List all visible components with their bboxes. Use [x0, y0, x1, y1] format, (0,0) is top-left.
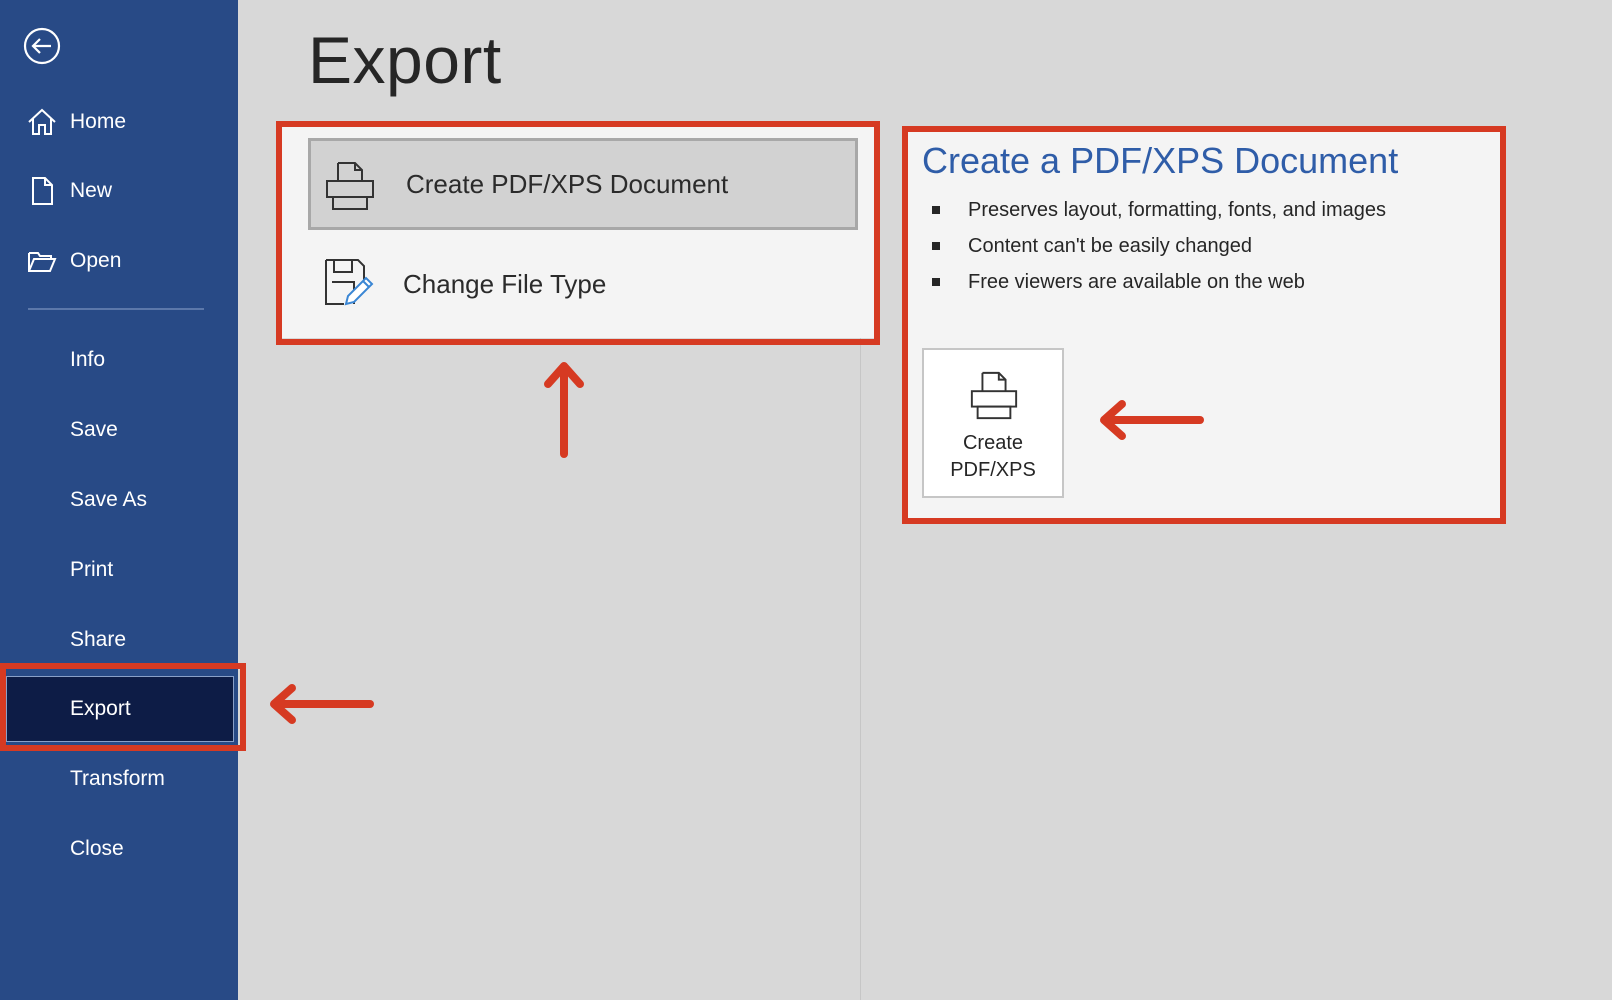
nav-save-as[interactable]: Save As	[0, 475, 238, 525]
option-create-pdf-xps[interactable]: Create PDF/XPS Document	[308, 138, 858, 230]
annotation-arrow-up	[544, 362, 584, 458]
bullet-icon	[932, 278, 940, 286]
nav-transform-label: Transform	[70, 767, 165, 790]
export-options-panel: Create PDF/XPS Document Change File Type	[282, 126, 878, 338]
nav-share[interactable]: Share	[0, 615, 238, 665]
option-change-file-type-label: Change File Type	[403, 268, 607, 299]
nav-share-label: Share	[70, 628, 127, 651]
nav-save-label: Save	[70, 418, 118, 441]
annotation-arrow-left	[270, 684, 374, 724]
create-pdf-xps-button[interactable]: Create PDF/XPS	[922, 348, 1064, 498]
list-item-text: Preserves layout, formatting, fonts, and…	[968, 199, 1386, 221]
nav-open-label: Open	[70, 249, 122, 272]
back-button[interactable]	[22, 26, 62, 66]
option-change-file-type[interactable]: Change File Type	[308, 238, 858, 330]
nav-print-label: Print	[70, 558, 114, 581]
printer-pdf-icon	[970, 371, 1018, 420]
nav-home-label: Home	[70, 110, 127, 133]
panel-separator	[860, 332, 861, 1000]
feature-list: Preserves layout, formatting, fonts, and…	[928, 192, 1386, 300]
backstage-sidebar: Home New Open Info Save Save As Print Sh…	[0, 0, 238, 1000]
pdf-details-panel: Create a PDF/XPS Document Preserves layo…	[902, 126, 1502, 520]
printer-pdf-icon	[326, 162, 374, 210]
list-item-text: Free viewers are available on the web	[968, 271, 1305, 293]
option-create-pdf-xps-label: Create PDF/XPS Document	[406, 168, 729, 199]
button-label-line-1: Create	[962, 432, 1024, 454]
list-item: Content can't be easily changed	[928, 228, 1386, 264]
page-title: Export	[308, 23, 502, 97]
nav-open[interactable]: Open	[0, 236, 238, 286]
nav-new-label: New	[70, 179, 113, 202]
button-label-line-2: PDF/XPS	[950, 459, 1036, 481]
nav-info-label: Info	[70, 348, 106, 371]
sidebar-divider	[28, 308, 204, 310]
arrow-left-circle-icon	[23, 27, 61, 65]
nav-info[interactable]: Info	[0, 335, 238, 385]
nav-save-as-label: Save As	[70, 488, 148, 511]
list-item-text: Content can't be easily changed	[968, 235, 1253, 257]
nav-home[interactable]: Home	[0, 97, 238, 147]
change-file-type-icon	[325, 259, 374, 306]
nav-close-label: Close	[70, 837, 124, 860]
nav-print[interactable]: Print	[0, 545, 238, 595]
folder-open-icon	[28, 252, 57, 272]
create-pdf-xps-button-label: Create PDF/XPS	[924, 430, 1062, 484]
nav-close[interactable]: Close	[0, 824, 238, 874]
bullet-icon	[932, 242, 940, 250]
detail-title: Create a PDF/XPS Document	[922, 140, 1399, 181]
nav-export-label: Export	[70, 697, 131, 720]
nav-transform[interactable]: Transform	[0, 754, 238, 804]
nav-new[interactable]: New	[0, 166, 238, 216]
new-document-icon	[32, 177, 53, 205]
list-item: Free viewers are available on the web	[928, 264, 1386, 300]
nav-export[interactable]: Export	[6, 676, 234, 742]
nav-save[interactable]: Save	[0, 405, 238, 455]
list-item: Preserves layout, formatting, fonts, and…	[928, 192, 1386, 228]
home-icon	[28, 108, 56, 135]
bullet-icon	[932, 206, 940, 214]
